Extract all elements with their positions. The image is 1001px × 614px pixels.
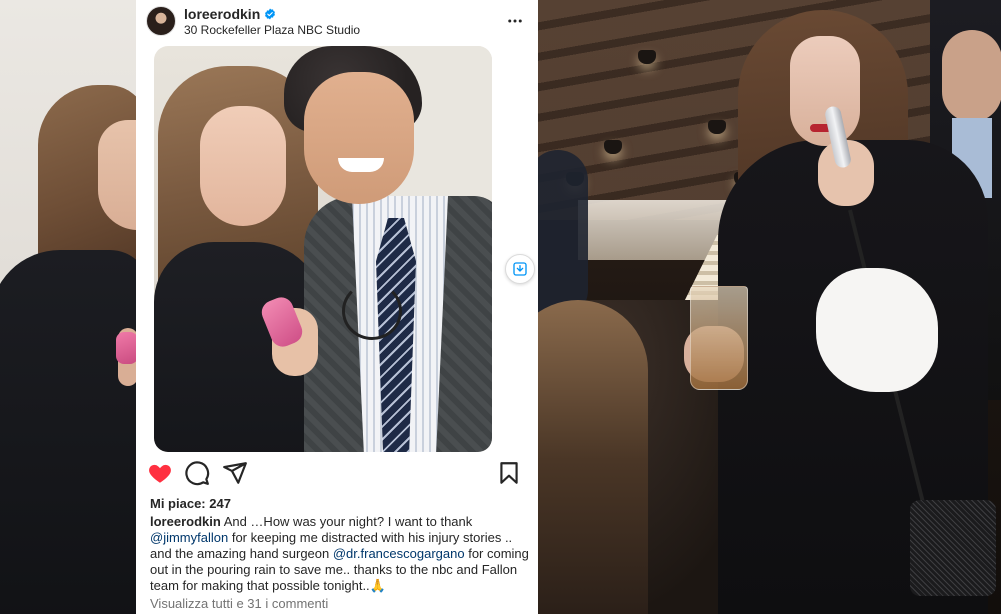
likes-count[interactable]: Mi piace: 247 <box>150 496 231 511</box>
avatar[interactable] <box>146 6 176 36</box>
caption-username[interactable]: loreerodkin <box>150 514 221 529</box>
post-header: loreerodkin 30 Rockefeller Plaza NBC Stu… <box>136 0 538 44</box>
heart-icon[interactable] <box>147 460 173 486</box>
studded-handbag <box>910 500 996 596</box>
mention-dr-francescogargano[interactable]: @dr.francescogargano <box>333 546 465 561</box>
mention-jimmyfallon[interactable]: @jimmyfallon <box>150 530 228 545</box>
foreground-person <box>538 300 648 614</box>
save-download-button[interactable] <box>505 254 535 284</box>
post-caption: loreerodkin And …How was your night? I w… <box>150 514 534 594</box>
man-smile <box>338 158 384 172</box>
post-photo[interactable] <box>154 46 492 452</box>
caption-text-1: And …How was your night? I want to thank <box>220 514 473 529</box>
man-face <box>304 72 414 204</box>
drink-glass <box>690 286 748 390</box>
save-download-icon <box>513 262 527 276</box>
ceiling-light <box>604 140 622 154</box>
white-bandage <box>816 268 938 392</box>
pink-inhaler <box>116 332 136 364</box>
verified-badge-icon <box>265 8 276 20</box>
location-link[interactable]: 30 Rockefeller Plaza NBC Studio <box>184 23 360 37</box>
share-icon[interactable] <box>222 460 248 486</box>
ceiling-light <box>708 120 726 134</box>
instagram-post: loreerodkin 30 Rockefeller Plaza NBC Stu… <box>136 0 538 614</box>
username-row: loreerodkin <box>184 6 276 22</box>
comment-icon[interactable] <box>184 460 210 486</box>
post-actions <box>136 460 538 488</box>
man-face <box>942 30 1001 122</box>
stethoscope <box>342 282 402 340</box>
praying-hands-emoji: 🙏 <box>369 578 386 593</box>
username[interactable]: loreerodkin <box>184 6 260 22</box>
ceiling-light <box>638 50 656 64</box>
black-sweater <box>0 250 136 614</box>
right-photo <box>538 0 1001 614</box>
blurred-person <box>538 150 588 320</box>
bookmark-icon[interactable] <box>496 460 522 486</box>
left-photo <box>0 0 136 614</box>
woman-face <box>200 106 286 226</box>
view-all-comments-link[interactable]: Visualizza tutti e 31 i commenti <box>150 596 328 611</box>
more-options-icon[interactable] <box>506 12 524 30</box>
